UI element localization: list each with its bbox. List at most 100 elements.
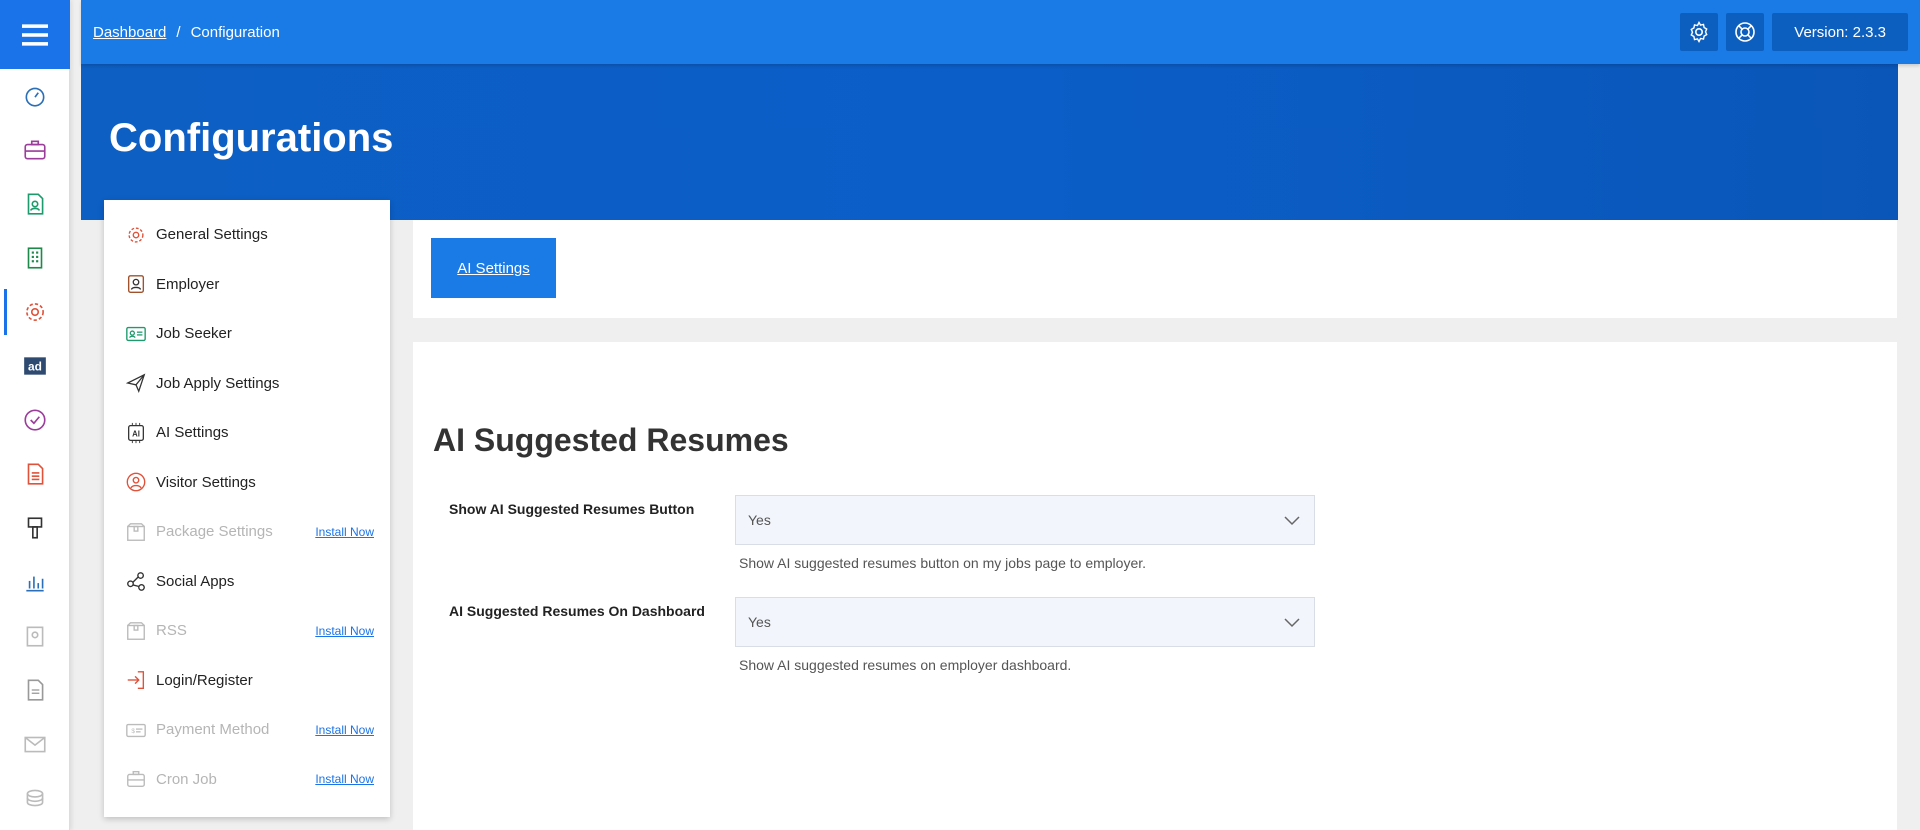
- gear-icon: [25, 303, 44, 321]
- rail-item-badges[interactable]: [0, 393, 69, 447]
- resume-icon: [27, 193, 43, 215]
- id-card-icon: [26, 626, 43, 647]
- hero-banner: Configurations: [81, 64, 1898, 220]
- breadcrumb-separator: /: [176, 23, 181, 41]
- id-card-icon: [124, 322, 148, 346]
- payment-card-icon: $: [124, 718, 148, 742]
- menu-item-login-register[interactable]: Login/Register: [104, 656, 390, 706]
- menu-item-visitor-settings[interactable]: Visitor Settings: [104, 458, 390, 508]
- briefcase-icon: [23, 140, 46, 160]
- rail-item-configuration[interactable]: [0, 285, 69, 339]
- login-icon: [124, 668, 148, 692]
- settings-content-card: AI Suggested Resumes Show AI Suggested R…: [413, 342, 1897, 830]
- svg-text:ad: ad: [28, 359, 42, 373]
- hamburger-icon: [22, 23, 48, 46]
- menu-item-job-seeker[interactable]: Job Seeker: [104, 309, 390, 359]
- select-value: Yes: [748, 614, 771, 630]
- menu-item-payment-method[interactable]: $ Payment Method Install Now: [104, 705, 390, 755]
- chart-icon: [25, 576, 44, 592]
- rail-item-stats[interactable]: [0, 555, 69, 609]
- top-right-actions: Version: 2.3.3: [1680, 13, 1908, 51]
- top-bar: Dashboard / Configuration Version: 2.3.3: [81, 0, 1920, 64]
- menu-item-ai-settings[interactable]: AI AI Settings: [104, 408, 390, 458]
- menu-item-label: AI Settings: [156, 424, 229, 442]
- settings-menu: General Settings Employer Job Seeker Job…: [104, 200, 390, 817]
- select-value: Yes: [748, 512, 771, 528]
- svg-text:$: $: [131, 728, 135, 735]
- settings-button[interactable]: [1680, 13, 1719, 51]
- package-icon: [124, 520, 148, 544]
- rail-item-ads[interactable]: ad: [0, 339, 69, 393]
- file-icon: [27, 679, 43, 701]
- menu-item-label: General Settings: [156, 226, 268, 244]
- chevron-down-icon: [1284, 516, 1300, 526]
- select-show-ai-suggested-resumes-button[interactable]: Yes: [735, 495, 1315, 545]
- field-label: Show AI Suggested Resumes Button: [449, 501, 695, 517]
- menu-item-label: Cron Job: [156, 770, 217, 788]
- building-icon: [27, 247, 42, 269]
- menu-item-employer[interactable]: Employer: [104, 260, 390, 310]
- menu-item-cron-job[interactable]: Cron Job Install Now: [104, 755, 390, 805]
- field-help-text: Show AI suggested resumes on employer da…: [739, 657, 1072, 673]
- dashboard-icon: [25, 87, 44, 107]
- menu-item-label: Social Apps: [156, 572, 235, 590]
- menu-item-label: Visitor Settings: [156, 473, 256, 491]
- select-ai-suggested-resumes-on-dashboard[interactable]: Yes: [735, 597, 1315, 647]
- install-now-link[interactable]: Install Now: [315, 723, 374, 737]
- rail-item-pages[interactable]: [0, 663, 69, 717]
- rail-item-users[interactable]: [0, 609, 69, 663]
- chevron-down-icon: [1284, 618, 1300, 628]
- mail-icon: [23, 736, 46, 753]
- svg-text:AI: AI: [132, 429, 140, 438]
- menu-item-package-settings[interactable]: Package Settings Install Now: [104, 507, 390, 557]
- menu-item-general-settings[interactable]: General Settings: [104, 210, 390, 260]
- menu-item-job-apply-settings[interactable]: Job Apply Settings: [104, 359, 390, 409]
- menu-item-rss[interactable]: RSS Install Now: [104, 606, 390, 656]
- menu-item-label: Package Settings: [156, 523, 273, 541]
- rail-item-jobs[interactable]: [0, 123, 69, 177]
- rail-item-companies[interactable]: [0, 231, 69, 285]
- employer-icon: [124, 272, 148, 296]
- briefcase-icon: [124, 767, 148, 791]
- package-icon: [124, 619, 148, 643]
- menu-item-label: Job Apply Settings: [156, 374, 280, 392]
- field-label: AI Suggested Resumes On Dashboard: [449, 603, 705, 619]
- rail-item-messages[interactable]: [0, 717, 69, 771]
- share-icon: [124, 569, 148, 593]
- icon-rail: ad: [0, 0, 70, 830]
- install-now-link[interactable]: Install Now: [315, 772, 374, 786]
- page-title: Configurations: [109, 116, 394, 160]
- breadcrumb-dashboard-link[interactable]: Dashboard: [93, 24, 166, 41]
- rail-item-credits[interactable]: [0, 771, 69, 825]
- brush-icon: [27, 517, 42, 539]
- menu-item-label: RSS: [156, 622, 187, 640]
- breadcrumb: Dashboard / Configuration: [93, 24, 280, 41]
- menu-item-label: Payment Method: [156, 721, 270, 739]
- user-circle-icon: [124, 470, 148, 494]
- tab-ai-settings[interactable]: AI Settings: [431, 238, 556, 298]
- tabs-card: AI Settings: [413, 220, 1897, 318]
- menu-item-label: Job Seeker: [156, 325, 232, 343]
- hamburger-menu-button[interactable]: [0, 0, 70, 69]
- rail-item-reports[interactable]: [0, 447, 69, 501]
- badge-check-icon: [23, 409, 46, 431]
- rail-item-resumes[interactable]: [0, 177, 69, 231]
- install-now-link[interactable]: Install Now: [315, 624, 374, 638]
- install-now-link[interactable]: Install Now: [315, 525, 374, 539]
- help-button[interactable]: [1726, 13, 1765, 51]
- breadcrumb-current: Configuration: [190, 23, 280, 41]
- gear-icon: [124, 223, 148, 247]
- gear-icon: [1690, 21, 1708, 43]
- ai-chip-icon: AI: [124, 421, 148, 445]
- rail-item-themes[interactable]: [0, 501, 69, 555]
- menu-item-social-apps[interactable]: Social Apps: [104, 557, 390, 607]
- document-icon: [27, 463, 43, 485]
- section-title: AI Suggested Resumes: [433, 422, 789, 458]
- lifebuoy-icon: [1735, 22, 1756, 42]
- field-help-text: Show AI suggested resumes button on my j…: [739, 555, 1147, 571]
- ad-icon: ad: [23, 357, 46, 375]
- version-badge: Version: 2.3.3: [1772, 13, 1908, 51]
- rail-item-dashboard[interactable]: [0, 69, 69, 123]
- menu-item-label: Employer: [156, 275, 220, 293]
- coins-icon: [26, 789, 43, 807]
